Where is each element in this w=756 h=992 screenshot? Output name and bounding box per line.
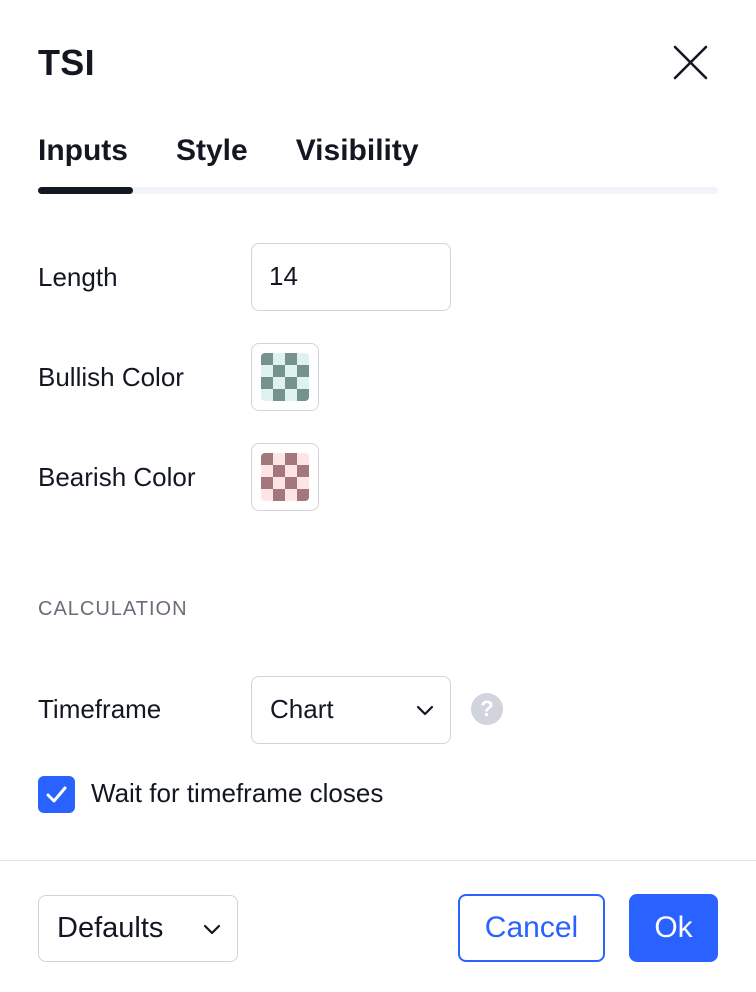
- wait-for-close-label[interactable]: Wait for timeframe closes: [91, 778, 383, 809]
- length-input[interactable]: 14: [251, 243, 451, 311]
- length-label: Length: [38, 262, 118, 292]
- chevron-down-icon: [416, 705, 434, 716]
- checkmark-icon: [46, 786, 67, 803]
- tab-track: [38, 187, 718, 194]
- timeframe-label: Timeframe: [38, 694, 162, 724]
- bearish-tint: [261, 453, 309, 501]
- active-tab-indicator: [38, 187, 133, 194]
- bearish-color-swatch[interactable]: [251, 443, 319, 511]
- timeframe-select[interactable]: Chart: [251, 676, 451, 744]
- help-icon[interactable]: ?: [471, 693, 503, 725]
- ok-button[interactable]: Ok: [629, 894, 718, 962]
- wait-for-close-checkbox[interactable]: [38, 776, 75, 813]
- bullish-color-label: Bullish Color: [38, 362, 184, 392]
- defaults-label: Defaults: [57, 912, 164, 944]
- bearish-color-label: Bearish Color: [38, 462, 196, 492]
- cancel-button[interactable]: Cancel: [458, 894, 605, 962]
- calculation-section-title: CALCULATION: [38, 598, 188, 620]
- tab-visibility[interactable]: Visibility: [296, 134, 419, 168]
- tab-bar: Inputs Style Visibility: [38, 134, 467, 168]
- chevron-down-icon: [203, 924, 221, 935]
- defaults-dropdown[interactable]: Defaults: [38, 895, 238, 962]
- footer-divider: [0, 860, 756, 861]
- bearish-checker-icon: [261, 453, 309, 501]
- close-button[interactable]: [668, 40, 714, 86]
- bullish-color-swatch[interactable]: [251, 343, 319, 411]
- close-icon: [673, 45, 708, 80]
- timeframe-value: Chart: [270, 694, 334, 724]
- bullish-tint: [261, 353, 309, 401]
- tab-style[interactable]: Style: [176, 134, 248, 168]
- dialog-title: TSI: [38, 42, 95, 83]
- tab-inputs[interactable]: Inputs: [38, 134, 128, 168]
- bullish-checker-icon: [261, 353, 309, 401]
